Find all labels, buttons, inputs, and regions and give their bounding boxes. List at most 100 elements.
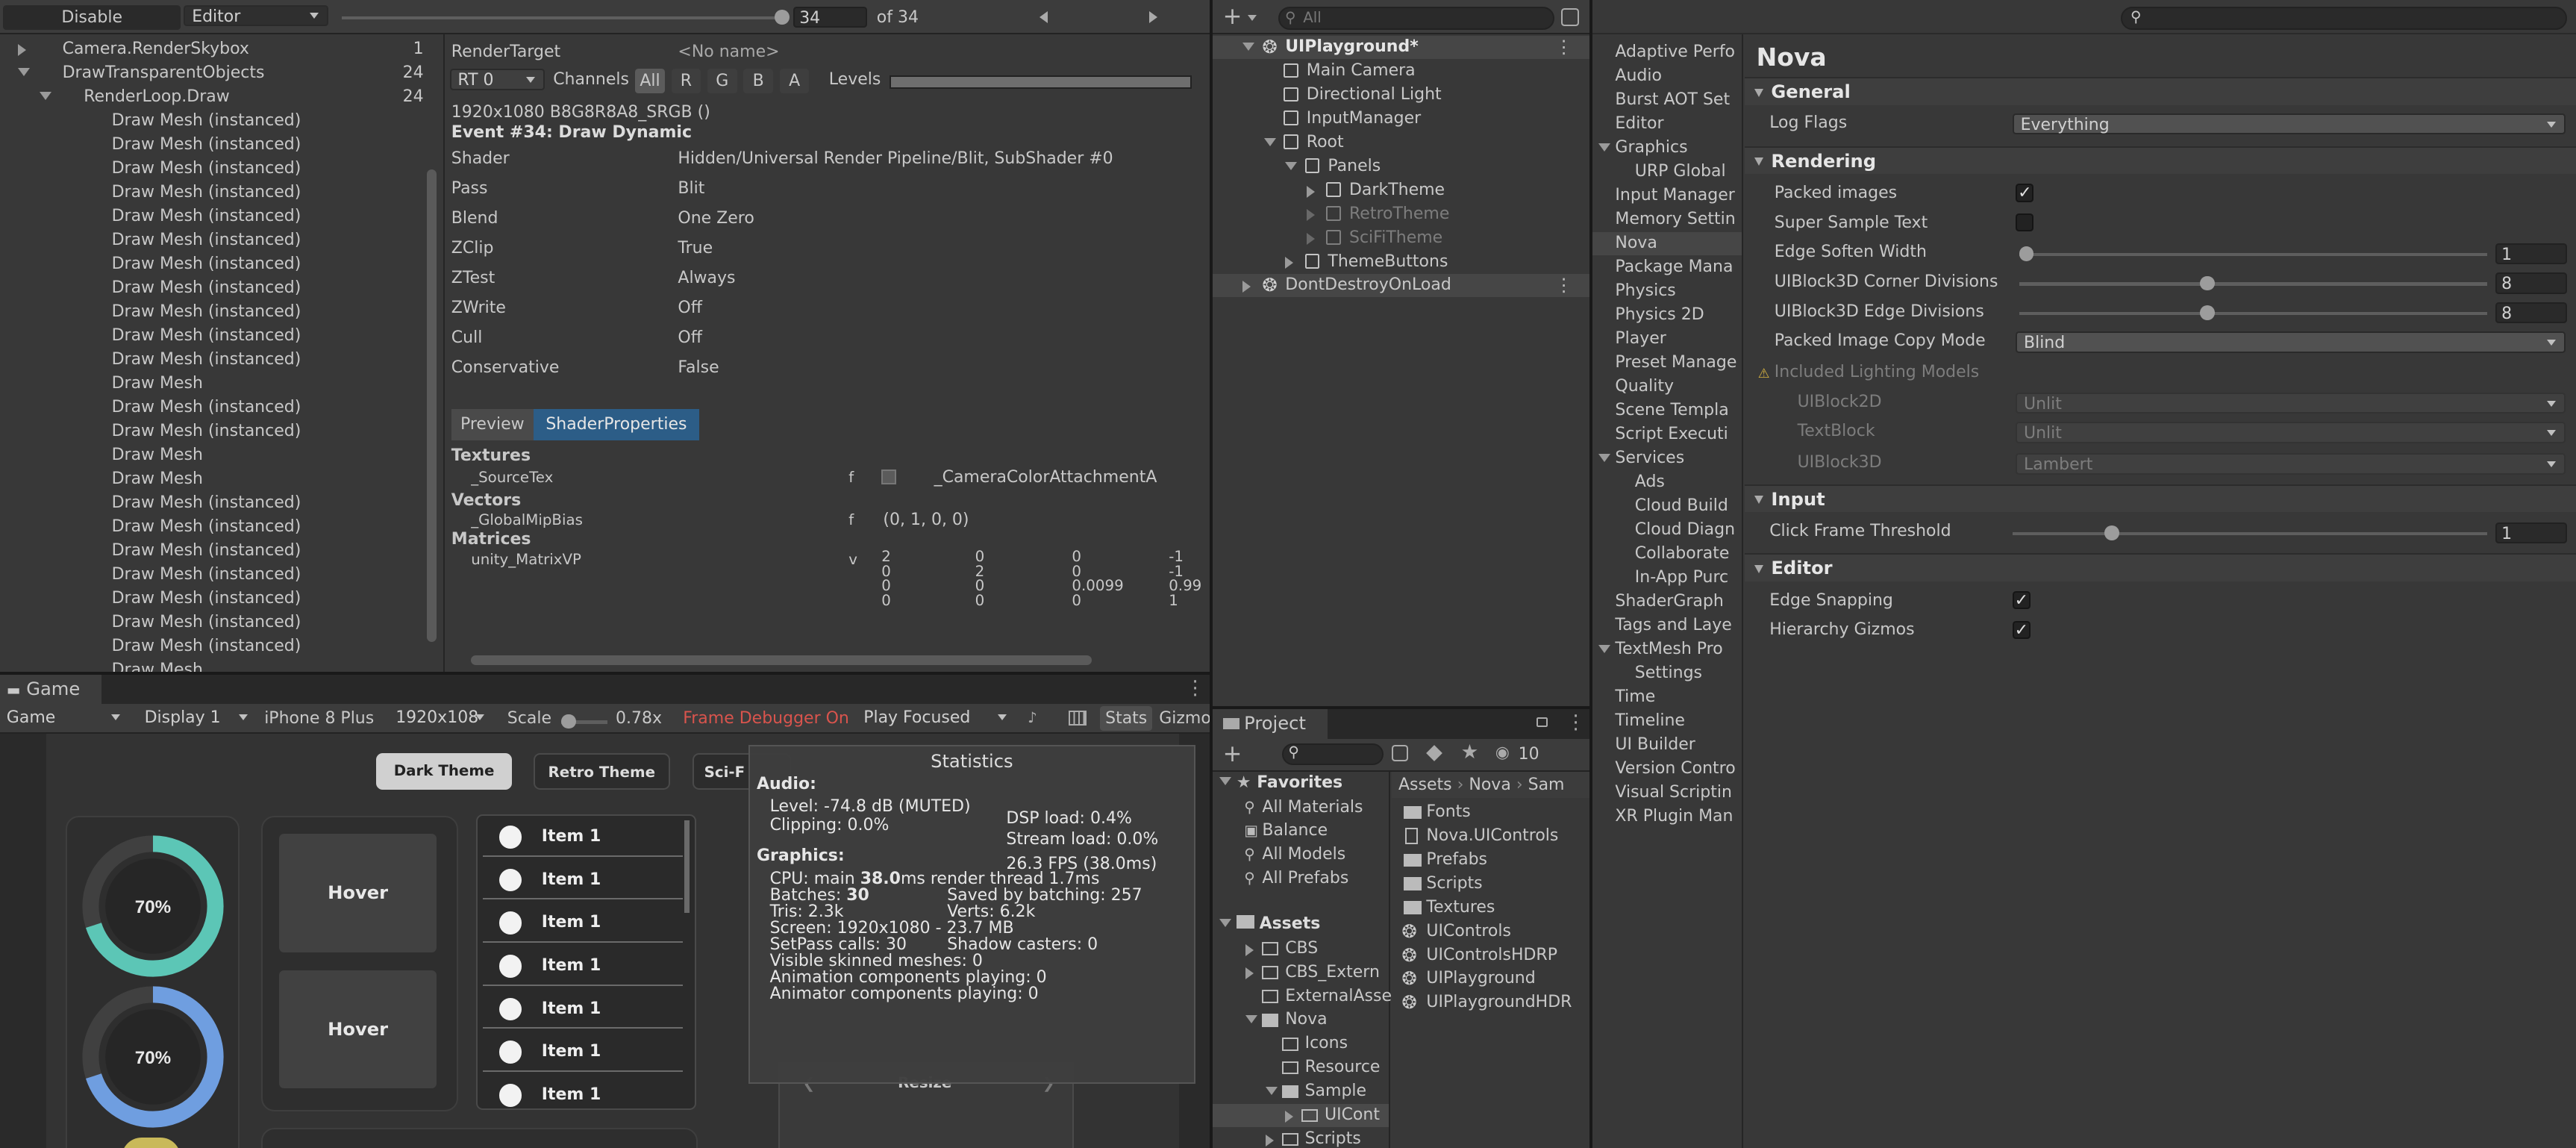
copy-mode-dropdown[interactable]: Blind bbox=[2016, 331, 2566, 353]
settings-category-item[interactable]: Cloud Diagn bbox=[1592, 519, 1742, 542]
event-tree-row[interactable]: Draw Mesh (instanced) bbox=[0, 635, 443, 658]
event-tree-row[interactable]: Draw Mesh (instanced) bbox=[0, 516, 443, 539]
render-target-value[interactable]: <No name> bbox=[678, 41, 779, 64]
expand-arrow-icon[interactable] bbox=[18, 44, 27, 57]
asset-folder[interactable]: ExternalAsse bbox=[1213, 985, 1392, 1008]
lock-icon[interactable] bbox=[1536, 717, 1548, 728]
project-file[interactable]: ❂ UIControls bbox=[1392, 920, 1589, 943]
mute-audio-icon[interactable]: ♪ bbox=[1028, 709, 1051, 729]
settings-category-item[interactable]: Graphics bbox=[1592, 137, 1742, 160]
favorite-item[interactable]: ⚲ All Materials bbox=[1213, 796, 1389, 820]
packed-images-checkbox[interactable]: ✓ bbox=[2016, 184, 2034, 202]
next-event-arrow-icon[interactable] bbox=[1149, 11, 1157, 24]
event-tree-row[interactable]: Draw Mesh bbox=[0, 468, 443, 491]
hierarchy-item[interactable]: ThemeButtons bbox=[1213, 251, 1589, 274]
asset-folder[interactable]: Nova bbox=[1213, 1008, 1389, 1032]
rendering-section-header[interactable]: Rendering bbox=[1745, 146, 2576, 175]
expand-arrow-icon[interactable] bbox=[1242, 281, 1251, 293]
levels-range-slider[interactable] bbox=[890, 75, 1192, 89]
corner-divisions-knob[interactable] bbox=[2200, 275, 2216, 291]
event-tree-row[interactable]: Draw Mesh (instanced) bbox=[0, 181, 443, 205]
click-threshold-slider[interactable] bbox=[2012, 525, 2487, 540]
event-tree-row[interactable]: Draw Mesh (instanced) bbox=[0, 611, 443, 634]
project-more-menu-icon[interactable]: ⋮ bbox=[1566, 711, 1585, 734]
expand-arrow-icon[interactable] bbox=[1265, 1086, 1278, 1095]
channel-g-button[interactable]: G bbox=[707, 69, 737, 94]
hierarchy-item[interactable]: DarkTheme bbox=[1213, 179, 1589, 202]
project-file[interactable]: Fonts bbox=[1392, 801, 1589, 824]
settings-category-item[interactable]: Nova bbox=[1592, 232, 1742, 255]
asset-folder[interactable]: Icons bbox=[1213, 1032, 1389, 1055]
project-file[interactable]: Textures bbox=[1392, 896, 1589, 920]
project-file[interactable]: ❂ UIControlsHDRP bbox=[1392, 944, 1589, 967]
asset-folder[interactable]: Scripts bbox=[1213, 1128, 1389, 1148]
corner-divisions-field[interactable]: 8 bbox=[2495, 272, 2568, 294]
event-tree-row[interactable]: Draw Mesh (instanced) bbox=[0, 420, 443, 443]
event-tree-row[interactable]: Draw Mesh (instanced) bbox=[0, 110, 443, 133]
edge-soften-field[interactable]: 1 bbox=[2495, 243, 2568, 265]
star-icon[interactable]: ★ bbox=[1461, 740, 1479, 764]
event-tree-row[interactable]: Draw Mesh (instanced) bbox=[0, 229, 443, 252]
expand-arrow-icon[interactable] bbox=[1306, 185, 1315, 198]
display-dropdown[interactable]: Display 1 bbox=[138, 708, 256, 729]
list-view[interactable]: Item 1 Item 1 Item 1 Item 1 Item 1 Item 1 Item… bbox=[475, 814, 696, 1110]
list-scrollbar[interactable] bbox=[684, 820, 690, 913]
scale-slider-knob[interactable] bbox=[561, 714, 577, 729]
hierarchy-item[interactable]: InputManager bbox=[1213, 107, 1589, 131]
channel-a-button[interactable]: A bbox=[779, 69, 810, 94]
texture-thumbnail-icon[interactable] bbox=[881, 470, 896, 484]
settings-category-item[interactable]: In-App Purc bbox=[1592, 567, 1742, 590]
settings-category-item[interactable]: Editor bbox=[1592, 113, 1742, 136]
expand-arrow-icon[interactable] bbox=[1306, 233, 1315, 246]
asset-folder[interactable]: CBS_Extern bbox=[1213, 961, 1389, 985]
asset-folder[interactable]: Resource bbox=[1213, 1056, 1389, 1079]
general-section-header[interactable]: General bbox=[1745, 77, 2576, 105]
settings-category-item[interactable]: Input Manager bbox=[1592, 184, 1742, 208]
settings-category-item[interactable]: ShaderGraph bbox=[1592, 590, 1742, 614]
favorite-item[interactable]: ▣ Balance bbox=[1213, 820, 1389, 843]
settings-category-item[interactable]: Physics 2D bbox=[1592, 304, 1742, 327]
list-item[interactable]: Item 1 bbox=[482, 991, 683, 1029]
item-menu-icon[interactable]: ⋮ bbox=[1554, 36, 1572, 59]
project-search-input[interactable]: ⚲ bbox=[1281, 743, 1384, 765]
settings-category-item[interactable]: TextMesh Pro bbox=[1592, 638, 1742, 661]
settings-category-item[interactable]: UI Builder bbox=[1592, 734, 1742, 757]
project-file[interactable]: Scripts bbox=[1392, 873, 1589, 896]
list-item[interactable]: Item 1 bbox=[482, 1034, 683, 1072]
favorite-item[interactable]: ⚲ All Models bbox=[1213, 843, 1389, 867]
event-tree-row[interactable]: Draw Mesh bbox=[0, 372, 443, 396]
settings-category-item[interactable]: Timeline bbox=[1592, 710, 1742, 733]
editor-section-header[interactable]: Editor bbox=[1745, 553, 2576, 581]
asset-folder[interactable]: Sample bbox=[1213, 1080, 1389, 1103]
event-tree-row[interactable]: Draw Mesh (instanced) bbox=[0, 277, 443, 300]
stats-button[interactable]: Stats bbox=[1100, 705, 1153, 731]
tab-preview[interactable]: Preview bbox=[451, 408, 534, 440]
expand-arrow-icon[interactable] bbox=[1242, 43, 1254, 52]
more-menu-icon[interactable]: ⋮ bbox=[1185, 676, 1204, 699]
editor-dropdown[interactable]: Editor bbox=[184, 4, 328, 27]
settings-category-item[interactable]: URP Global bbox=[1592, 160, 1742, 184]
input-section-header[interactable]: Input bbox=[1745, 484, 2576, 513]
grid-icon[interactable] bbox=[1069, 711, 1087, 726]
breadcrumb-sample[interactable]: Sam bbox=[1528, 776, 1565, 794]
expand-arrow-icon[interactable] bbox=[1285, 161, 1298, 170]
disable-button[interactable]: Disable bbox=[3, 4, 181, 30]
event-tree-row[interactable]: Draw Mesh (instanced) bbox=[0, 301, 443, 324]
event-tree-row[interactable]: Draw Mesh (instanced) bbox=[0, 253, 443, 276]
expand-arrow-icon[interactable] bbox=[1285, 1110, 1294, 1123]
click-threshold-field[interactable]: 1 bbox=[2495, 522, 2568, 544]
log-flags-dropdown[interactable]: Everything bbox=[2012, 113, 2566, 135]
add-object-icon[interactable]: + bbox=[1223, 3, 1242, 30]
super-sample-text-checkbox[interactable] bbox=[2016, 213, 2034, 232]
retro-theme-button[interactable]: Retro Theme bbox=[533, 753, 670, 790]
expand-arrow-icon[interactable] bbox=[1245, 1015, 1258, 1024]
hierarchy-item[interactable]: ❂ DontDestroyOnLoad ⋮ bbox=[1213, 274, 1589, 298]
breadcrumb-assets[interactable]: Assets bbox=[1398, 776, 1452, 794]
scale-slider[interactable] bbox=[561, 714, 607, 729]
play-focused-dropdown[interactable]: Play Focused bbox=[857, 708, 1014, 729]
expand-arrow-icon[interactable] bbox=[1245, 967, 1254, 980]
game-tab[interactable]: ▬ Game bbox=[0, 674, 102, 705]
event-tree-row[interactable]: Draw Mesh (instanced) bbox=[0, 325, 443, 348]
project-file[interactable]: Nova.UIControls bbox=[1392, 825, 1589, 848]
hierarchy-item[interactable]: RetroTheme bbox=[1213, 203, 1589, 226]
